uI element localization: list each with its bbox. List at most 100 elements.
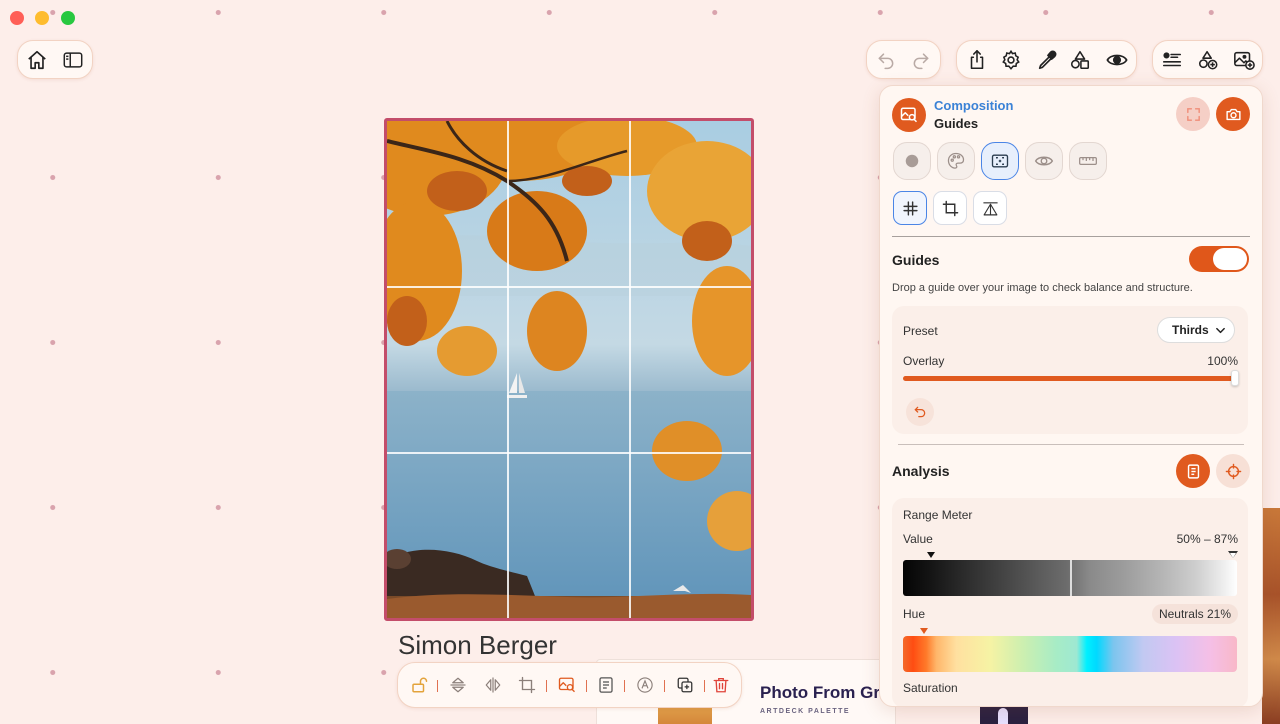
guide-line-horizontal-2 [387, 452, 751, 454]
guides-description: Drop a guide over your image to check ba… [892, 282, 1193, 294]
value-label: Value [903, 532, 933, 546]
range-meter-label: Range Meter [903, 508, 973, 522]
hue-marker[interactable] [920, 628, 928, 634]
redo-icon[interactable] [911, 50, 931, 70]
toolbar-separator [586, 680, 587, 692]
history-toolbar [866, 40, 941, 79]
mode-tab-ruler[interactable] [1069, 142, 1107, 180]
home-icon[interactable] [26, 49, 48, 71]
preset-label: Preset [903, 324, 938, 338]
section-divider [892, 236, 1250, 237]
hue-label: Hue [903, 607, 926, 621]
mode-tab-eye[interactable] [1025, 142, 1063, 180]
share-icon[interactable] [966, 49, 988, 71]
zoom-window-button[interactable] [61, 11, 75, 25]
focus-frame-icon [990, 151, 1010, 171]
duplicate-icon[interactable] [676, 676, 694, 694]
mode-tab-palette[interactable] [937, 142, 975, 180]
image-search-icon [900, 106, 918, 124]
top-left-toolbar [17, 40, 93, 79]
value-range: 50% – 87% [1176, 532, 1238, 546]
undo-icon[interactable] [876, 50, 896, 70]
toolbar-separator [546, 680, 547, 692]
crop-icon [942, 200, 959, 217]
guides-label: Guides [892, 252, 940, 268]
toolbar-separator [624, 680, 625, 692]
crosshair-icon [1225, 463, 1242, 480]
hue-chip: Neutrals 21% [1151, 604, 1238, 624]
panel-badge [892, 98, 926, 132]
overlay-value: 100% [1207, 354, 1238, 368]
hue-spectrum-bar [903, 636, 1237, 672]
extra-toolbar [1152, 40, 1263, 79]
guides-settings-card: Preset Thirds Overlay 100% [892, 306, 1248, 434]
guide-line-vertical-2 [629, 121, 631, 618]
tools-toolbar [956, 40, 1137, 79]
add-shape-icon[interactable] [1197, 49, 1219, 71]
range-meter-card: Range Meter Value 50% – 87% Hue Neutrals… [892, 498, 1248, 706]
sub-tab-grid[interactable] [893, 191, 927, 225]
analysis-target-button[interactable] [1216, 454, 1250, 488]
section-divider [898, 444, 1244, 445]
palette-icon [946, 151, 966, 171]
overlay-slider-thumb[interactable] [1231, 370, 1239, 386]
panel-subtitle: Guides [934, 116, 979, 131]
eye-icon[interactable] [1105, 49, 1129, 71]
text-style-icon[interactable] [636, 676, 654, 694]
selection-toolbar [397, 662, 742, 708]
flip-horizontal-icon[interactable] [484, 676, 502, 694]
mode-tab-focus-frame[interactable] [981, 142, 1019, 180]
reset-button[interactable] [906, 398, 934, 426]
preset-value: Thirds [1172, 323, 1209, 337]
analysis-report-button[interactable] [1176, 454, 1210, 488]
shapes-icon[interactable] [1069, 49, 1091, 71]
note-icon[interactable] [597, 676, 615, 694]
analysis-label: Analysis [892, 463, 950, 479]
sub-tab-perspective[interactable] [973, 191, 1007, 225]
sub-tab-crop[interactable] [933, 191, 967, 225]
circle-icon [902, 151, 922, 171]
perspective-icon [982, 200, 999, 217]
lock-icon[interactable] [410, 676, 428, 694]
eye-icon [1034, 151, 1054, 171]
trash-icon[interactable] [712, 676, 730, 694]
value-low-marker[interactable] [927, 552, 935, 558]
crop-icon[interactable] [518, 676, 536, 694]
toggle-knob [1213, 248, 1247, 270]
toolbar-separator [704, 680, 705, 692]
close-window-button[interactable] [10, 11, 24, 25]
fullscreen-icon [1185, 106, 1202, 123]
photo-caption: Simon Berger [398, 630, 557, 660]
guides-toggle[interactable] [1189, 246, 1249, 272]
chevron-down-icon [1215, 325, 1226, 336]
flip-vertical-icon[interactable] [449, 676, 467, 694]
preset-dropdown[interactable]: Thirds [1157, 317, 1235, 343]
minimize-window-button[interactable] [35, 11, 49, 25]
grid-icon [902, 200, 919, 217]
sidebar-icon[interactable] [62, 49, 84, 71]
value-high-marker-fill [1229, 552, 1236, 558]
snapshot-button[interactable] [1216, 97, 1250, 131]
panel-title: Composition [934, 98, 1014, 113]
fullscreen-button[interactable] [1176, 97, 1210, 131]
toolbar-separator [437, 680, 438, 692]
ruler-icon [1078, 151, 1098, 171]
camera-icon [1225, 106, 1242, 123]
value-midpoint-line [1070, 560, 1072, 596]
mode-tab-circle[interactable] [893, 142, 931, 180]
add-image-icon[interactable] [1233, 49, 1255, 71]
overlay-slider-track[interactable] [903, 376, 1237, 381]
document-icon [1185, 463, 1202, 480]
image-search-icon[interactable] [558, 676, 576, 694]
eyedropper-icon[interactable] [1036, 49, 1058, 71]
composition-panel: Composition Guides Guides Drop a guide o… [879, 85, 1263, 707]
guide-line-vertical-1 [507, 121, 509, 618]
overlay-label: Overlay [903, 354, 945, 368]
list-icon[interactable] [1161, 49, 1183, 71]
guide-line-horizontal-1 [387, 286, 751, 288]
canvas-photo[interactable] [384, 118, 754, 621]
saturation-label: Saturation [903, 681, 958, 695]
background-card-subtitle: ARTDECK PALETTE [760, 708, 851, 715]
undo-icon [913, 405, 927, 419]
gear-icon[interactable] [1000, 49, 1022, 71]
